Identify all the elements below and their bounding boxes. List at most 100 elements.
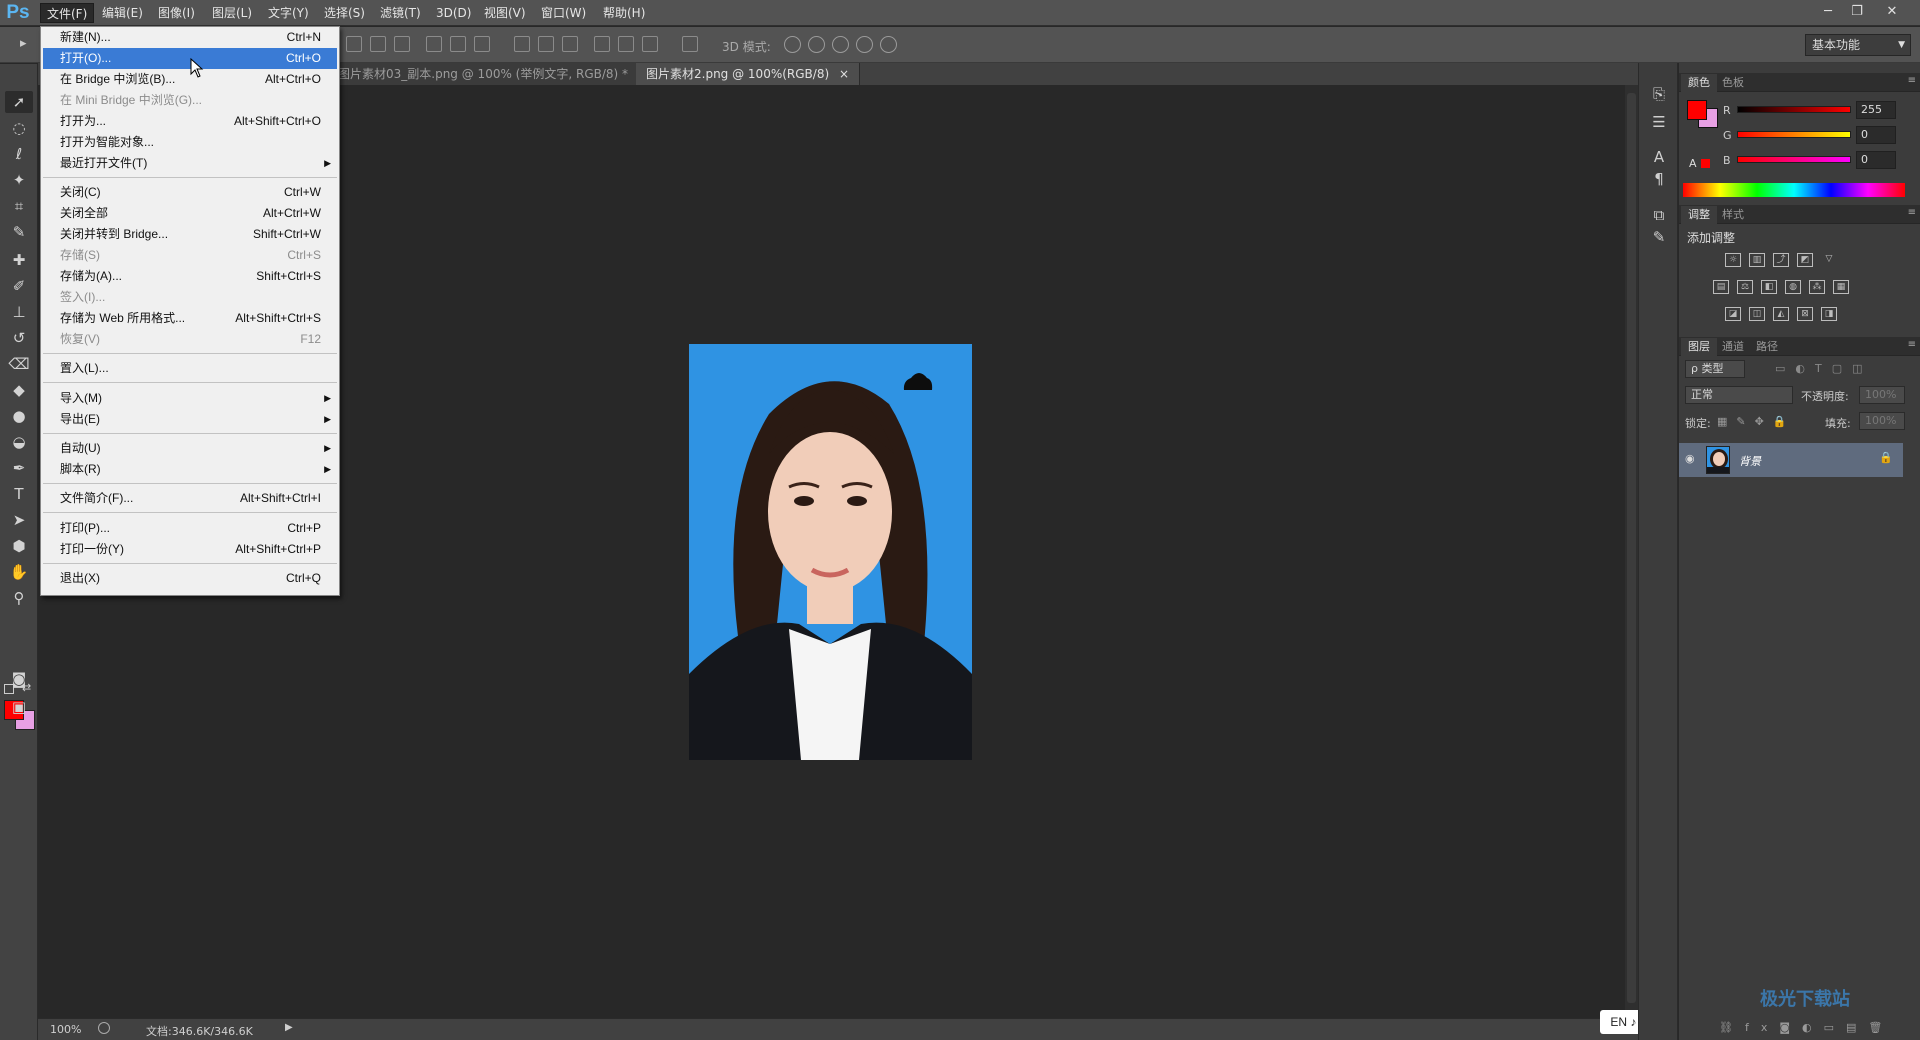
menu-item-print[interactable]: 打印(P)... Ctrl+P: [43, 518, 337, 539]
tab-paths[interactable]: 路径: [1749, 338, 1785, 356]
3d-rotate-icon[interactable]: [784, 36, 801, 53]
menu-item-exit[interactable]: 退出(X) Ctrl+Q: [43, 568, 337, 589]
menu-item-open-smart-object[interactable]: 打开为智能对象...: [43, 132, 337, 153]
menu-item-place[interactable]: 置入(L)...: [43, 358, 337, 379]
distribute-left-icon[interactable]: [594, 36, 610, 52]
menu-item-export[interactable]: 导出(E) ▶: [43, 409, 337, 430]
levels-icon[interactable]: ▥: [1749, 253, 1765, 267]
selective-color-icon[interactable]: ⊠: [1797, 307, 1813, 321]
eye-icon[interactable]: ◉: [1685, 452, 1695, 465]
magic-wand-icon[interactable]: ✦: [5, 169, 33, 191]
blue-value[interactable]: 0: [1856, 151, 1896, 169]
curves-icon[interactable]: ⤴: [1773, 253, 1789, 267]
posterize-icon[interactable]: ◫: [1749, 307, 1765, 321]
align-bottom-icon[interactable]: [394, 36, 410, 52]
menu-item-browse-mini-bridge[interactable]: 在 Mini Bridge 中浏览(G)...: [43, 90, 337, 111]
3d-pan-icon[interactable]: [832, 36, 849, 53]
brush-presets-icon[interactable]: ✎: [1650, 228, 1668, 246]
align-top-icon[interactable]: [346, 36, 362, 52]
menu-item-automate[interactable]: 自动(U) ▶: [43, 438, 337, 459]
distribute-hcenter-icon[interactable]: [618, 36, 634, 52]
zoom-level[interactable]: 100%: [50, 1023, 81, 1036]
photo-filter-icon[interactable]: ◍: [1785, 280, 1801, 294]
close-button[interactable]: ✕: [1880, 2, 1904, 22]
menu-item-print-one-copy[interactable]: 打印一份(Y) Alt+Shift+Ctrl+P: [43, 539, 337, 560]
tab-channels[interactable]: 通道: [1715, 338, 1751, 356]
menu-item-open-as[interactable]: 打开为... Alt+Shift+Ctrl+O: [43, 111, 337, 132]
align-vcenter-icon[interactable]: [370, 36, 386, 52]
tab-color[interactable]: 颜色: [1681, 74, 1717, 92]
menu-item-close-all[interactable]: 关闭全部 Alt+Ctrl+W: [43, 203, 337, 224]
menu-file[interactable]: 文件(F): [40, 3, 95, 23]
lasso-tool-icon[interactable]: ℓ: [5, 143, 33, 165]
quick-mask-icon[interactable]: ◙: [5, 668, 33, 690]
layer-filter-select[interactable]: ρ 类型: [1685, 360, 1745, 378]
green-slider[interactable]: [1737, 131, 1851, 138]
distribute-vcenter-icon[interactable]: [538, 36, 554, 52]
gradient-map-icon[interactable]: ◨: [1821, 307, 1837, 321]
brush-tool-icon[interactable]: ✐: [5, 275, 33, 297]
brightness-icon[interactable]: ☼: [1725, 253, 1741, 267]
healing-brush-icon[interactable]: ✚: [5, 249, 33, 271]
fill-input[interactable]: 100%: [1859, 412, 1905, 430]
tab-swatches[interactable]: 色板: [1715, 74, 1751, 92]
layer-name[interactable]: 背景: [1739, 453, 1761, 469]
stamp-tool-icon[interactable]: ⊥: [5, 301, 33, 323]
hue-saturation-icon[interactable]: ▤: [1713, 280, 1729, 294]
dodge-tool-icon[interactable]: ◒: [5, 431, 33, 453]
panel-menu-icon[interactable]: ≡: [1908, 207, 1916, 218]
history-brush-icon[interactable]: ↺: [5, 327, 33, 349]
move-tool-preset-icon[interactable]: ▸: [20, 36, 36, 52]
invert-icon[interactable]: ◪: [1725, 307, 1741, 321]
align-right-icon[interactable]: [474, 36, 490, 52]
menu-filter[interactable]: 滤镜(T): [374, 3, 427, 23]
lock-icons[interactable]: ▦✎✥🔒: [1717, 415, 1807, 428]
zoom-tool-icon[interactable]: ⚲: [5, 587, 33, 609]
distribute-bottom-icon[interactable]: [562, 36, 578, 52]
eraser-tool-icon[interactable]: ⌫: [5, 353, 33, 375]
black-white-icon[interactable]: ◧: [1761, 280, 1777, 294]
channel-mixer-icon[interactable]: ⁂: [1809, 280, 1825, 294]
menu-view[interactable]: 视图(V): [478, 3, 532, 23]
align-left-icon[interactable]: [426, 36, 442, 52]
red-value[interactable]: 255: [1856, 101, 1896, 119]
menu-item-check-in[interactable]: 签入(I)...: [43, 287, 337, 308]
tab-adjustments[interactable]: 调整: [1681, 206, 1717, 224]
document-image[interactable]: [689, 344, 972, 760]
red-slider[interactable]: [1737, 106, 1851, 113]
layer-bottom-icons[interactable]: ⛓fx◙◐▭▤🗑: [1719, 1021, 1909, 1034]
menu-item-close-go-bridge[interactable]: 关闭并转到 Bridge... Shift+Ctrl+W: [43, 224, 337, 245]
color-spectrum[interactable]: [1683, 183, 1905, 197]
menu-window[interactable]: 窗口(W): [535, 3, 592, 23]
menu-item-import[interactable]: 导入(M) ▶: [43, 388, 337, 409]
menu-help[interactable]: 帮助(H): [597, 3, 651, 23]
blur-tool-icon[interactable]: ●: [5, 405, 33, 427]
path-select-icon[interactable]: ➤: [5, 509, 33, 531]
menu-item-revert[interactable]: 恢复(V) F12: [43, 329, 337, 350]
panel-menu-icon[interactable]: ≡: [1908, 339, 1916, 350]
menu-item-recent-files[interactable]: 最近打开文件(T) ▶: [43, 153, 337, 174]
3d-roll-icon[interactable]: [808, 36, 825, 53]
marquee-tool-icon[interactable]: ◌: [5, 117, 33, 139]
minimize-button[interactable]: ─: [1816, 2, 1840, 22]
properties-panel-icon[interactable]: ☰: [1650, 113, 1668, 131]
menu-item-close[interactable]: 关闭(C) Ctrl+W: [43, 182, 337, 203]
align-hcenter-icon[interactable]: [450, 36, 466, 52]
close-icon[interactable]: ×: [839, 67, 849, 81]
type-tool-icon[interactable]: T: [5, 483, 33, 505]
scrollbar-thumb[interactable]: [1627, 93, 1636, 1003]
tab-layers[interactable]: 图层: [1681, 338, 1717, 356]
hand-tool-icon[interactable]: ✋: [5, 561, 33, 583]
distribute-top-icon[interactable]: [514, 36, 530, 52]
eyedropper-icon[interactable]: ✎: [5, 221, 33, 243]
paragraph-panel-icon[interactable]: ¶: [1650, 170, 1668, 188]
color-balance-icon[interactable]: ⚖: [1737, 280, 1753, 294]
tab-styles[interactable]: 样式: [1715, 206, 1751, 224]
menu-3d[interactable]: 3D(D): [430, 3, 477, 23]
color-fg-swatch[interactable]: [1687, 100, 1707, 120]
character-panel-icon[interactable]: A: [1650, 148, 1668, 166]
tab-document-1[interactable]: 图片素材03_副本.png @ 100% (举例文字, RGB/8) * ×: [328, 63, 659, 85]
menu-item-scripts[interactable]: 脚本(R) ▶: [43, 459, 337, 480]
exposure-icon[interactable]: ◩: [1797, 253, 1813, 267]
move-tool-icon[interactable]: ➚: [5, 91, 33, 113]
